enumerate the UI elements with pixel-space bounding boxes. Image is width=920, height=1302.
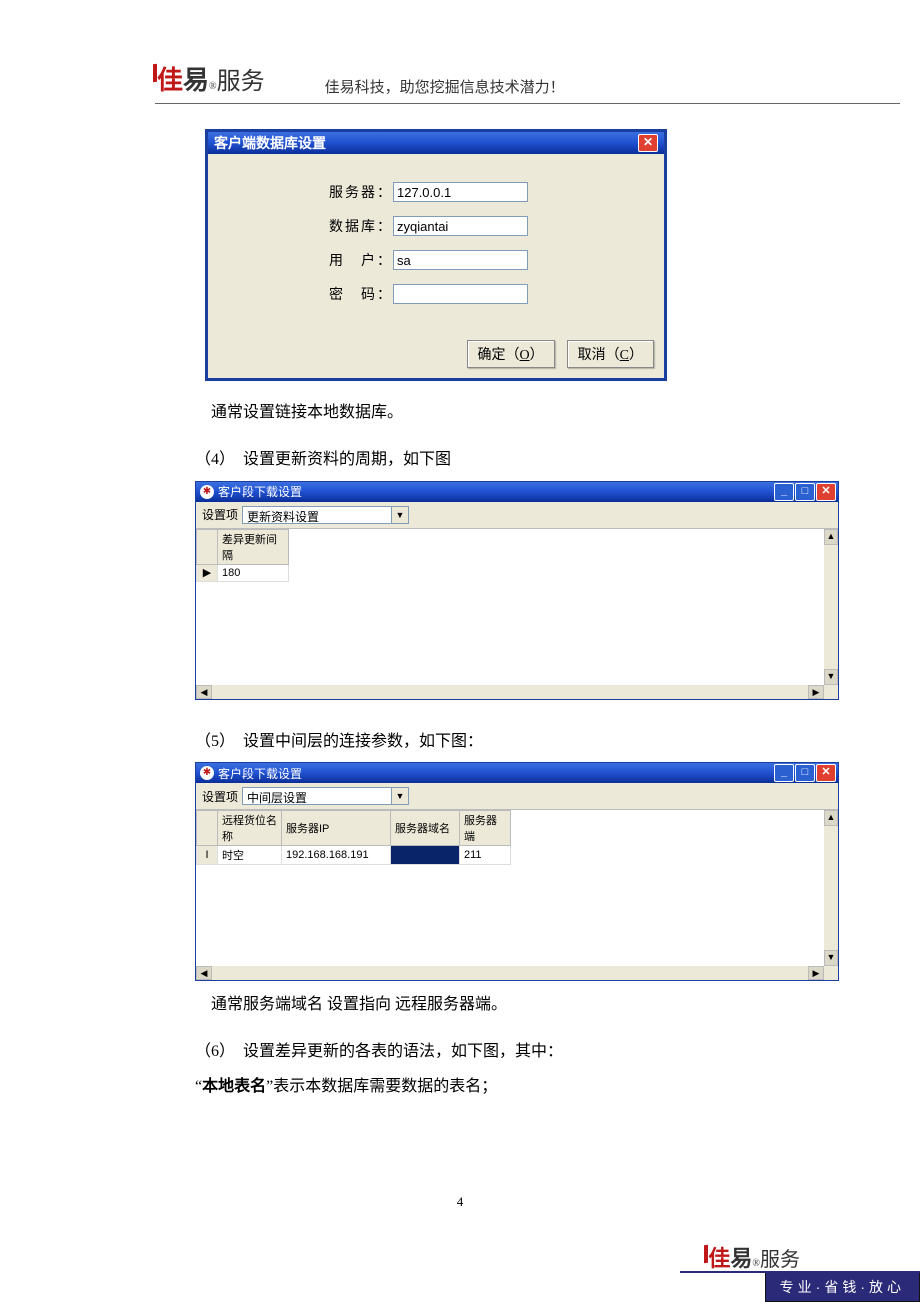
download-settings-window-2: ✱ 客户段下载设置 _ □ ✕ 设置项 中间层设置 ▼ [195,762,839,981]
logo-jia: 佳 [155,60,183,97]
page-number: 4 [0,1194,920,1210]
scroll-right-icon[interactable]: ▶ [808,685,824,699]
settings-dropdown[interactable]: 更新资料设置 ▼ [242,506,409,524]
download-settings-window-1: ✱ 客户段下载设置 _ □ ✕ 设置项 更新资料设置 ▼ [195,481,839,700]
step-6-line-1: （6） 设置差异更新的各表的语法，如下图，其中： [195,1038,855,1067]
db-settings-dialog: 客户端数据库设置 ✕ 服务器： 数据库： 用 户： 密 码： [205,129,667,381]
maximize-icon[interactable]: □ [795,764,815,782]
chevron-down-icon[interactable]: ▼ [391,507,408,523]
scrollbar-corner [824,966,838,980]
server-ip-cell[interactable]: 192.168.168.191 [282,846,391,865]
dropdown-value: 更新资料设置 [243,507,391,523]
dialog-title: 客户端数据库设置 [214,133,326,153]
user-input[interactable] [393,250,528,270]
dialog-titlebar[interactable]: 客户端数据库设置 ✕ [208,132,664,154]
server-port-cell[interactable]: 211 [460,846,511,865]
horizontal-scrollbar[interactable]: ◀ ▶ [196,966,838,980]
data-grid[interactable]: 远程货位名称 服务器IP 服务器域名 服务器端 I 时空 192.168.168… [196,810,838,966]
vertical-scrollbar[interactable]: ▲ ▼ [824,810,838,966]
row-header-blank [197,529,218,564]
toolbar: 设置项 更新资料设置 ▼ [196,502,838,529]
close-icon[interactable]: ✕ [816,764,836,782]
footer-logo-reg: ® [752,1259,760,1269]
minimize-icon[interactable]: _ [774,764,794,782]
server-domain-cell[interactable] [391,846,460,865]
tagline: 佳易科技，助您挖掘信息技术潜力！ [325,76,565,97]
row-marker: ▶ [197,564,218,581]
chevron-down-icon[interactable]: ▼ [391,788,408,804]
row-marker: I [197,846,218,865]
password-label: 密 码： [228,284,393,304]
footer-logo-yi: 易 [730,1241,752,1273]
window-titlebar[interactable]: ✱ 客户段下载设置 _ □ ✕ [196,763,838,783]
horizontal-scrollbar[interactable]: ◀ ▶ [196,685,838,699]
scrollbar-corner [824,685,838,699]
step-6-line-2: “本地表名”表示本数据库需要数据的表名； [195,1073,855,1102]
close-icon[interactable]: ✕ [638,134,658,152]
table-row: ▶ 180 [197,564,289,581]
interval-cell[interactable]: 180 [218,564,289,581]
table-row: I 时空 192.168.168.191 211 [197,846,511,865]
password-input[interactable] [393,284,528,304]
scroll-left-icon[interactable]: ◀ [196,685,212,699]
scroll-up-icon[interactable]: ▲ [824,810,838,826]
footer-brand: 佳易®服务 专业·省钱·放心 [680,1241,920,1302]
dropdown-value: 中间层设置 [243,788,391,804]
toolbar-label: 设置项 [202,788,238,805]
scrollbar-track[interactable] [212,966,808,980]
logo: 佳易®服务 [155,60,265,97]
footer-logo-jia: 佳 [706,1241,730,1273]
cancel-button[interactable]: 取消（C） [567,340,654,368]
note-2: 通常服务端域名 设置指向 远程服务器端。 [195,991,855,1020]
note-1: 通常设置链接本地数据库。 [195,399,855,428]
app-icon: ✱ [200,766,214,780]
database-label: 数据库： [228,216,393,236]
data-grid[interactable]: 差异更新间隔 ▶ 180 ▲ ▼ [196,529,838,685]
settings-dropdown[interactable]: 中间层设置 ▼ [242,787,409,805]
toolbar: 设置项 中间层设置 ▼ [196,783,838,810]
logo-service: 服务 [217,61,265,96]
col-server-port[interactable]: 服务器端 [460,811,511,846]
close-icon[interactable]: ✕ [816,483,836,501]
logo-yi: 易 [183,60,209,97]
scroll-up-icon[interactable]: ▲ [824,529,838,545]
window-titlebar[interactable]: ✱ 客户段下载设置 _ □ ✕ [196,482,838,502]
scroll-right-icon[interactable]: ▶ [808,966,824,980]
page-header: 佳易®服务 佳易科技，助您挖掘信息技术潜力！ [155,60,900,104]
col-server-domain[interactable]: 服务器域名 [391,811,460,846]
col-interval[interactable]: 差异更新间隔 [218,529,289,564]
window-title: 客户段下载设置 [218,765,302,782]
server-label: 服务器： [228,182,393,202]
step-5: （5） 设置中间层的连接参数，如下图： [195,728,855,757]
minimize-icon[interactable]: _ [774,483,794,501]
maximize-icon[interactable]: □ [795,483,815,501]
logo-reg: ® [209,82,217,92]
scroll-down-icon[interactable]: ▼ [824,950,838,966]
col-server-ip[interactable]: 服务器IP [282,811,391,846]
vertical-scrollbar[interactable]: ▲ ▼ [824,529,838,685]
footer-logo-service: 服务 [760,1243,800,1272]
user-label: 用 户： [228,250,393,270]
window-title: 客户段下载设置 [218,483,302,500]
scroll-left-icon[interactable]: ◀ [196,966,212,980]
database-input[interactable] [393,216,528,236]
scrollbar-track[interactable] [212,685,808,699]
toolbar-label: 设置项 [202,506,238,523]
footer-slogan: 专业·省钱·放心 [765,1273,920,1302]
remote-name-cell[interactable]: 时空 [218,846,282,865]
server-input[interactable] [393,182,528,202]
col-remote-name[interactable]: 远程货位名称 [218,811,282,846]
app-icon: ✱ [200,485,214,499]
ok-button[interactable]: 确定（O） [467,340,555,368]
step-4: （4） 设置更新资料的周期，如下图 [195,446,855,475]
row-header-blank [197,811,218,846]
scroll-down-icon[interactable]: ▼ [824,669,838,685]
